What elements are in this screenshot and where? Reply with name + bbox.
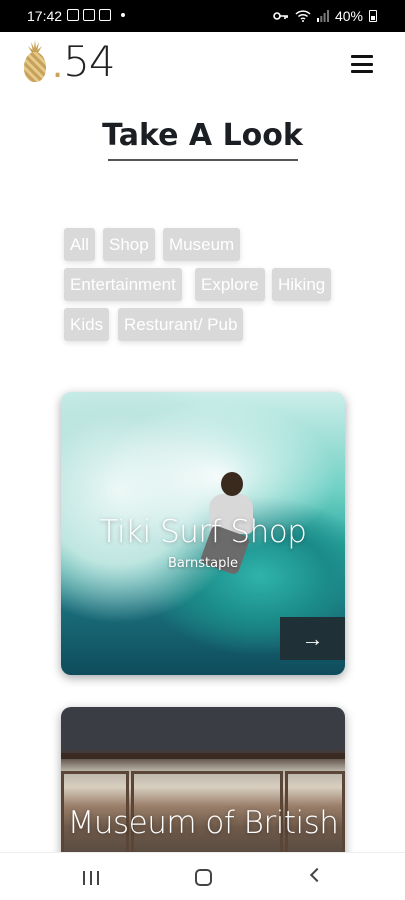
filter-restaurant-pub[interactable]: Resturant/ Pub <box>118 308 244 341</box>
back-icon[interactable] <box>309 867 325 883</box>
card-location: Barnstaple <box>168 556 238 571</box>
system-nav-bar <box>0 852 405 900</box>
battery-icon <box>369 10 377 22</box>
home-icon[interactable] <box>195 869 212 886</box>
key-icon <box>273 12 288 20</box>
filter-entertainment[interactable]: Entertainment <box>64 268 182 301</box>
system-icons: 40% <box>273 8 377 24</box>
filter-all[interactable]: All <box>64 228 95 261</box>
instagram-icon <box>99 9 111 21</box>
page-title: Take A Look <box>102 118 303 153</box>
wifi-icon <box>295 10 311 22</box>
menu-icon[interactable] <box>351 55 373 73</box>
status-time: 17:42 <box>27 8 63 24</box>
notification-icons <box>67 9 125 21</box>
signal-icon <box>316 10 329 22</box>
logo-dot: . <box>52 42 64 86</box>
filter-hiking[interactable]: Hiking <box>272 268 332 301</box>
card-title: Museum of British <box>67 805 339 841</box>
battery-percent: 40% <box>334 8 363 24</box>
filter-shop[interactable]: Shop <box>103 228 155 261</box>
logo-number: 54 <box>63 37 115 86</box>
place-card-museum[interactable]: Museum of British <box>61 707 345 867</box>
pineapple-icon <box>22 40 48 84</box>
recent-apps-icon[interactable] <box>83 871 99 885</box>
card-arrow-button[interactable]: → <box>280 617 345 660</box>
place-card-surf-shop[interactable]: Tiki Surf Shop Barnstaple → <box>61 392 345 675</box>
gallery-icon <box>67 9 79 21</box>
filter-explore[interactable]: Explore <box>195 268 265 301</box>
more-notifications-icon <box>121 13 125 17</box>
title-underline <box>108 159 298 161</box>
filter-museum[interactable]: Museum <box>163 228 241 261</box>
card-title: Tiki Surf Shop <box>99 514 307 550</box>
gmail-icon <box>83 9 95 21</box>
site-logo[interactable]: . 54 <box>22 37 116 86</box>
status-bar: 17:42 40% <box>0 0 405 32</box>
filter-kids[interactable]: Kids <box>64 308 110 341</box>
